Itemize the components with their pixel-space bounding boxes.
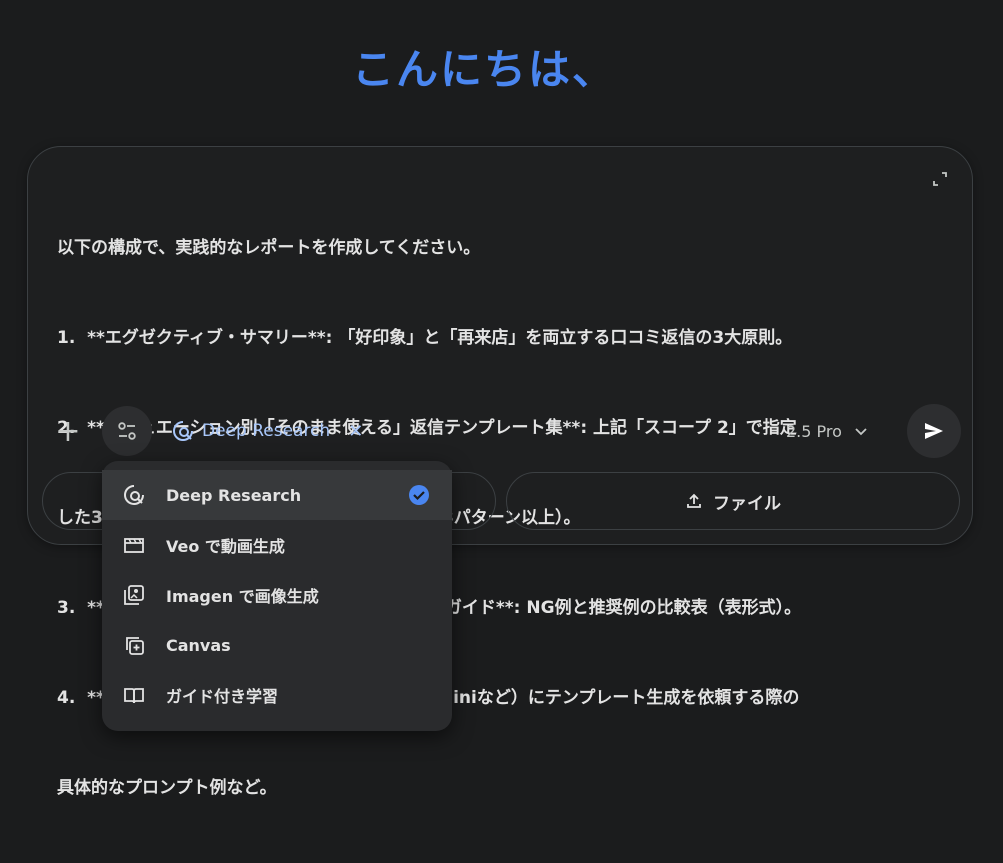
menu-item-label: Veo で動画生成 bbox=[166, 537, 285, 556]
upload-icon bbox=[687, 493, 701, 508]
tools-button[interactable] bbox=[102, 406, 152, 456]
prompt-line: 以下の構成で、実践的なレポートを作成してください。 bbox=[57, 238, 481, 258]
active-tool-chip[interactable]: Deep Research ✕ bbox=[172, 415, 363, 447]
model-selector[interactable]: 2.5 Pro bbox=[786, 415, 868, 447]
menu-item-guided-learning[interactable]: ガイド付き学習 bbox=[102, 670, 452, 720]
menu-item-imagen[interactable]: Imagen で画像生成 bbox=[102, 570, 452, 620]
video-clapper-icon bbox=[122, 533, 146, 557]
menu-item-label: ガイド付き学習 bbox=[166, 687, 279, 706]
add-attachment-button[interactable]: + bbox=[48, 406, 88, 456]
deep-research-icon bbox=[122, 483, 146, 507]
book-icon bbox=[122, 683, 146, 707]
prompt-line: 具体的なプロンプト例など。 bbox=[57, 778, 277, 798]
upload-file-label: ファイル bbox=[713, 493, 781, 514]
deep-research-icon bbox=[173, 421, 193, 441]
menu-item-label: Imagen で画像生成 bbox=[166, 587, 319, 606]
image-gallery-icon bbox=[122, 583, 146, 607]
menu-item-label: Deep Research bbox=[166, 485, 302, 505]
chevron-down-icon bbox=[855, 428, 867, 436]
menu-item-deep-research[interactable]: Deep Research bbox=[102, 470, 452, 520]
expand-icon[interactable] bbox=[932, 171, 948, 187]
tools-menu: Deep Research Veo で動画生成 Imagen で画像生成 Can… bbox=[102, 461, 452, 731]
check-circle-icon bbox=[409, 485, 429, 505]
close-icon[interactable]: ✕ bbox=[348, 421, 363, 442]
canvas-icon bbox=[122, 633, 146, 657]
menu-item-veo[interactable]: Veo で動画生成 bbox=[102, 520, 452, 570]
active-tool-label: Deep Research bbox=[202, 421, 331, 441]
greeting-title: こんにちは、 bbox=[351, 45, 616, 94]
tune-icon bbox=[118, 422, 136, 440]
upload-file-button[interactable]: ファイル bbox=[506, 472, 960, 530]
send-icon bbox=[925, 423, 943, 439]
menu-item-canvas[interactable]: Canvas bbox=[102, 620, 452, 670]
menu-item-label: Canvas bbox=[166, 635, 231, 655]
prompt-line: 1. **エグゼクティブ・サマリー**: 「好印象」と「再来店」を両立する口コミ… bbox=[57, 328, 793, 348]
model-label: 2.5 Pro bbox=[786, 421, 842, 441]
send-button[interactable] bbox=[907, 404, 961, 458]
